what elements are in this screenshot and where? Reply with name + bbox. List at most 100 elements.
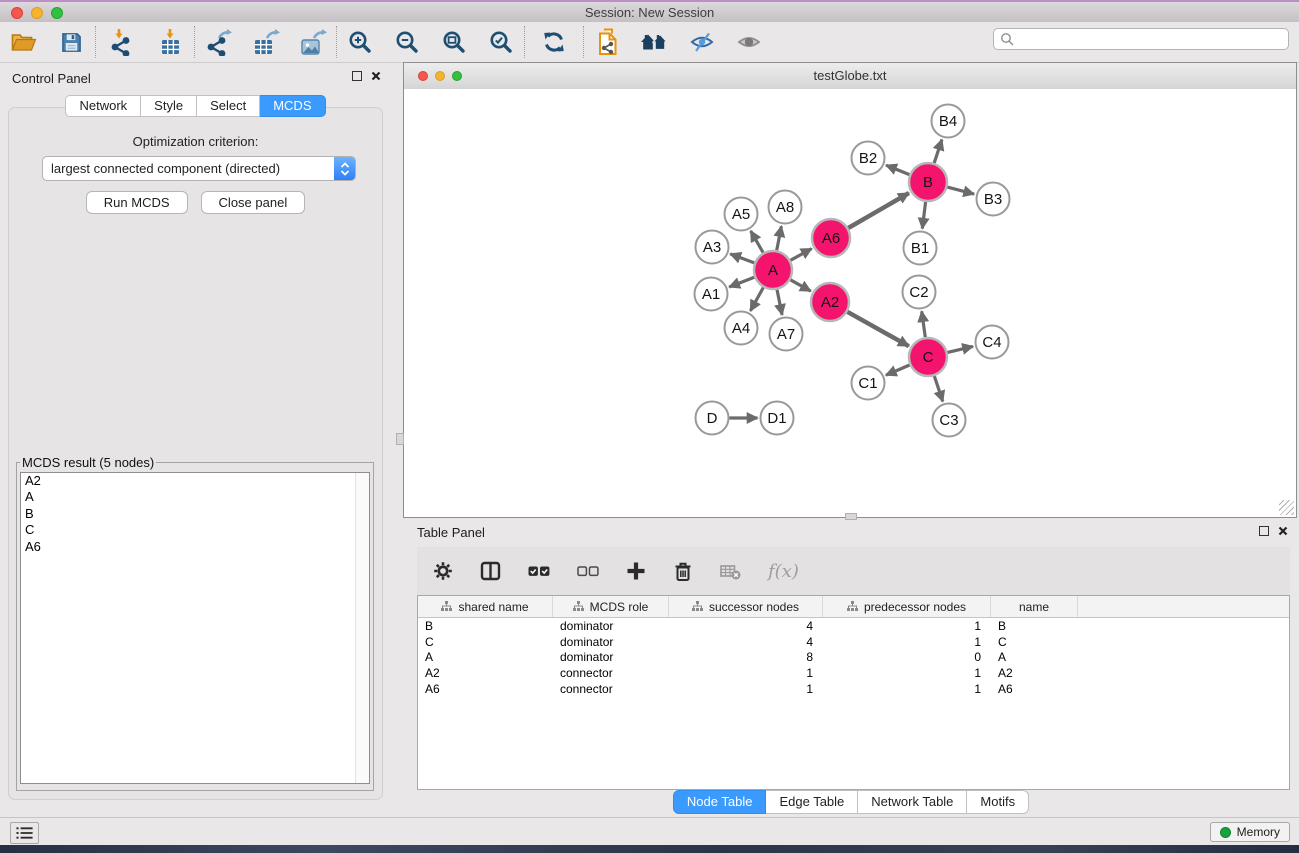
mcds-result-item[interactable]: C — [21, 522, 369, 538]
network-close-button[interactable] — [418, 71, 428, 81]
mcds-result-item[interactable]: A6 — [21, 539, 369, 555]
close-panel-icon[interactable] — [371, 71, 381, 81]
delete-table-icon[interactable] — [720, 562, 741, 580]
edge-B-B2[interactable] — [886, 165, 909, 174]
tab-network[interactable]: Network — [65, 95, 141, 117]
add-column-icon[interactable] — [626, 561, 646, 581]
node-A8[interactable]: A8 — [769, 191, 802, 224]
export-image-icon[interactable] — [296, 26, 330, 58]
cell-name[interactable]: C — [991, 635, 1078, 649]
table-row[interactable]: A6connector11A6 — [418, 681, 1289, 697]
node-B4[interactable]: B4 — [932, 105, 965, 138]
refresh-icon[interactable] — [537, 26, 571, 58]
zoom-fit-icon[interactable] — [437, 26, 471, 58]
node-A4[interactable]: A4 — [725, 312, 758, 345]
tab-select[interactable]: Select — [197, 95, 260, 117]
edge-A-A7[interactable] — [777, 290, 782, 315]
edge-A-A8[interactable] — [777, 226, 782, 250]
search-field[interactable] — [993, 28, 1289, 50]
hide-graphics-details-icon[interactable] — [686, 26, 720, 58]
cell-predecessor-nodes[interactable]: 1 — [823, 666, 991, 680]
export-network-icon[interactable] — [202, 26, 236, 58]
node-A3[interactable]: A3 — [696, 231, 729, 264]
import-table-icon[interactable] — [153, 26, 187, 58]
network-canvas[interactable]: B4B2BB3A8A5A6B1A3AC2A1A2A4A7C4CC1C3DD1 — [404, 89, 1296, 517]
node-C2[interactable]: C2 — [903, 276, 936, 309]
delete-column-icon[interactable] — [673, 561, 693, 582]
edge-A-A6[interactable] — [791, 249, 812, 261]
table-row[interactable]: A2connector11A2 — [418, 665, 1289, 681]
import-network-icon[interactable] — [104, 26, 138, 58]
node-B2[interactable]: B2 — [852, 142, 885, 175]
column-header-MCDS-role[interactable]: MCDS role — [553, 596, 669, 617]
column-header-shared-name[interactable]: shared name — [418, 596, 553, 617]
float-panel-icon[interactable] — [352, 71, 362, 81]
node-A6[interactable]: A6 — [812, 219, 850, 257]
deselect-all-checkboxes-icon[interactable] — [577, 566, 599, 577]
edge-A-A3[interactable] — [730, 254, 754, 263]
node-A2[interactable]: A2 — [811, 283, 849, 321]
cell-successor-nodes[interactable]: 4 — [669, 619, 823, 633]
run-mcds-button[interactable]: Run MCDS — [86, 191, 188, 214]
export-table-icon[interactable] — [249, 26, 283, 58]
cell-shared-name[interactable]: C — [418, 635, 553, 649]
vertical-splitter-handle[interactable] — [396, 433, 404, 445]
horizontal-splitter-handle[interactable] — [845, 513, 857, 520]
cell-predecessor-nodes[interactable]: 1 — [823, 619, 991, 633]
cell-shared-name[interactable]: A — [418, 650, 553, 664]
edge-C-C4[interactable] — [948, 346, 974, 352]
edge-B-B3[interactable] — [947, 187, 974, 194]
table-row[interactable]: Adominator80A — [418, 649, 1289, 665]
cell-MCDS-role[interactable]: dominator — [553, 650, 669, 664]
new-network-from-selection-icon[interactable] — [591, 26, 625, 58]
column-header-predecessor-nodes[interactable]: predecessor nodes — [823, 596, 991, 617]
select-all-checkboxes-icon[interactable] — [528, 566, 550, 577]
cell-successor-nodes[interactable]: 4 — [669, 635, 823, 649]
network-zoom-button[interactable] — [452, 71, 462, 81]
cell-name[interactable]: A2 — [991, 666, 1078, 680]
settings-gear-icon[interactable] — [433, 561, 453, 581]
node-A7[interactable]: A7 — [770, 318, 803, 351]
tab-mcds[interactable]: MCDS — [260, 95, 325, 117]
mcds-result-list[interactable]: A2ABCA6 — [20, 472, 370, 784]
scrollbar-track[interactable] — [355, 473, 369, 783]
column-header-name[interactable]: name — [991, 596, 1078, 617]
cell-MCDS-role[interactable]: connector — [553, 666, 669, 680]
table-row[interactable]: Cdominator41C — [418, 634, 1289, 650]
node-B1[interactable]: B1 — [904, 232, 937, 265]
show-graphics-details-icon[interactable] — [733, 26, 767, 58]
edge-A-A4[interactable] — [750, 288, 763, 311]
tab-style[interactable]: Style — [141, 95, 197, 117]
column-header-successor-nodes[interactable]: successor nodes — [669, 596, 823, 617]
resize-grip[interactable] — [1279, 500, 1294, 515]
edge-A-A1[interactable] — [729, 277, 754, 287]
edge-A-A2[interactable] — [790, 280, 810, 291]
open-session-icon[interactable] — [7, 26, 41, 58]
edge-C-C3[interactable] — [934, 376, 943, 402]
cell-shared-name[interactable]: A2 — [418, 666, 553, 680]
tab-node-table[interactable]: Node Table — [673, 790, 767, 814]
home-icon[interactable] — [638, 26, 672, 58]
node-A1[interactable]: A1 — [695, 278, 728, 311]
mcds-result-item[interactable]: B — [21, 506, 369, 522]
node-C4[interactable]: C4 — [976, 326, 1009, 359]
zoom-out-icon[interactable] — [390, 26, 424, 58]
cell-shared-name[interactable]: A6 — [418, 682, 553, 696]
tab-motifs[interactable]: Motifs — [967, 790, 1029, 814]
edge-A2-C[interactable] — [847, 312, 908, 346]
node-A[interactable]: A — [754, 251, 792, 289]
float-panel-icon[interactable] — [1259, 526, 1269, 536]
cell-successor-nodes[interactable]: 8 — [669, 650, 823, 664]
network-minimize-button[interactable] — [435, 71, 445, 81]
node-D1[interactable]: D1 — [761, 402, 794, 435]
function-builder-icon[interactable]: f(x) — [768, 561, 799, 582]
panel-list-button[interactable] — [10, 822, 39, 844]
edge-B-B4[interactable] — [934, 140, 942, 164]
memory-button[interactable]: Memory — [1210, 822, 1290, 842]
node-D[interactable]: D — [696, 402, 729, 435]
criterion-dropdown[interactable]: largest connected component (directed) — [42, 156, 356, 181]
zoom-selected-icon[interactable] — [484, 26, 518, 58]
cell-name[interactable]: A — [991, 650, 1078, 664]
cell-successor-nodes[interactable]: 1 — [669, 682, 823, 696]
cell-MCDS-role[interactable]: dominator — [553, 619, 669, 633]
